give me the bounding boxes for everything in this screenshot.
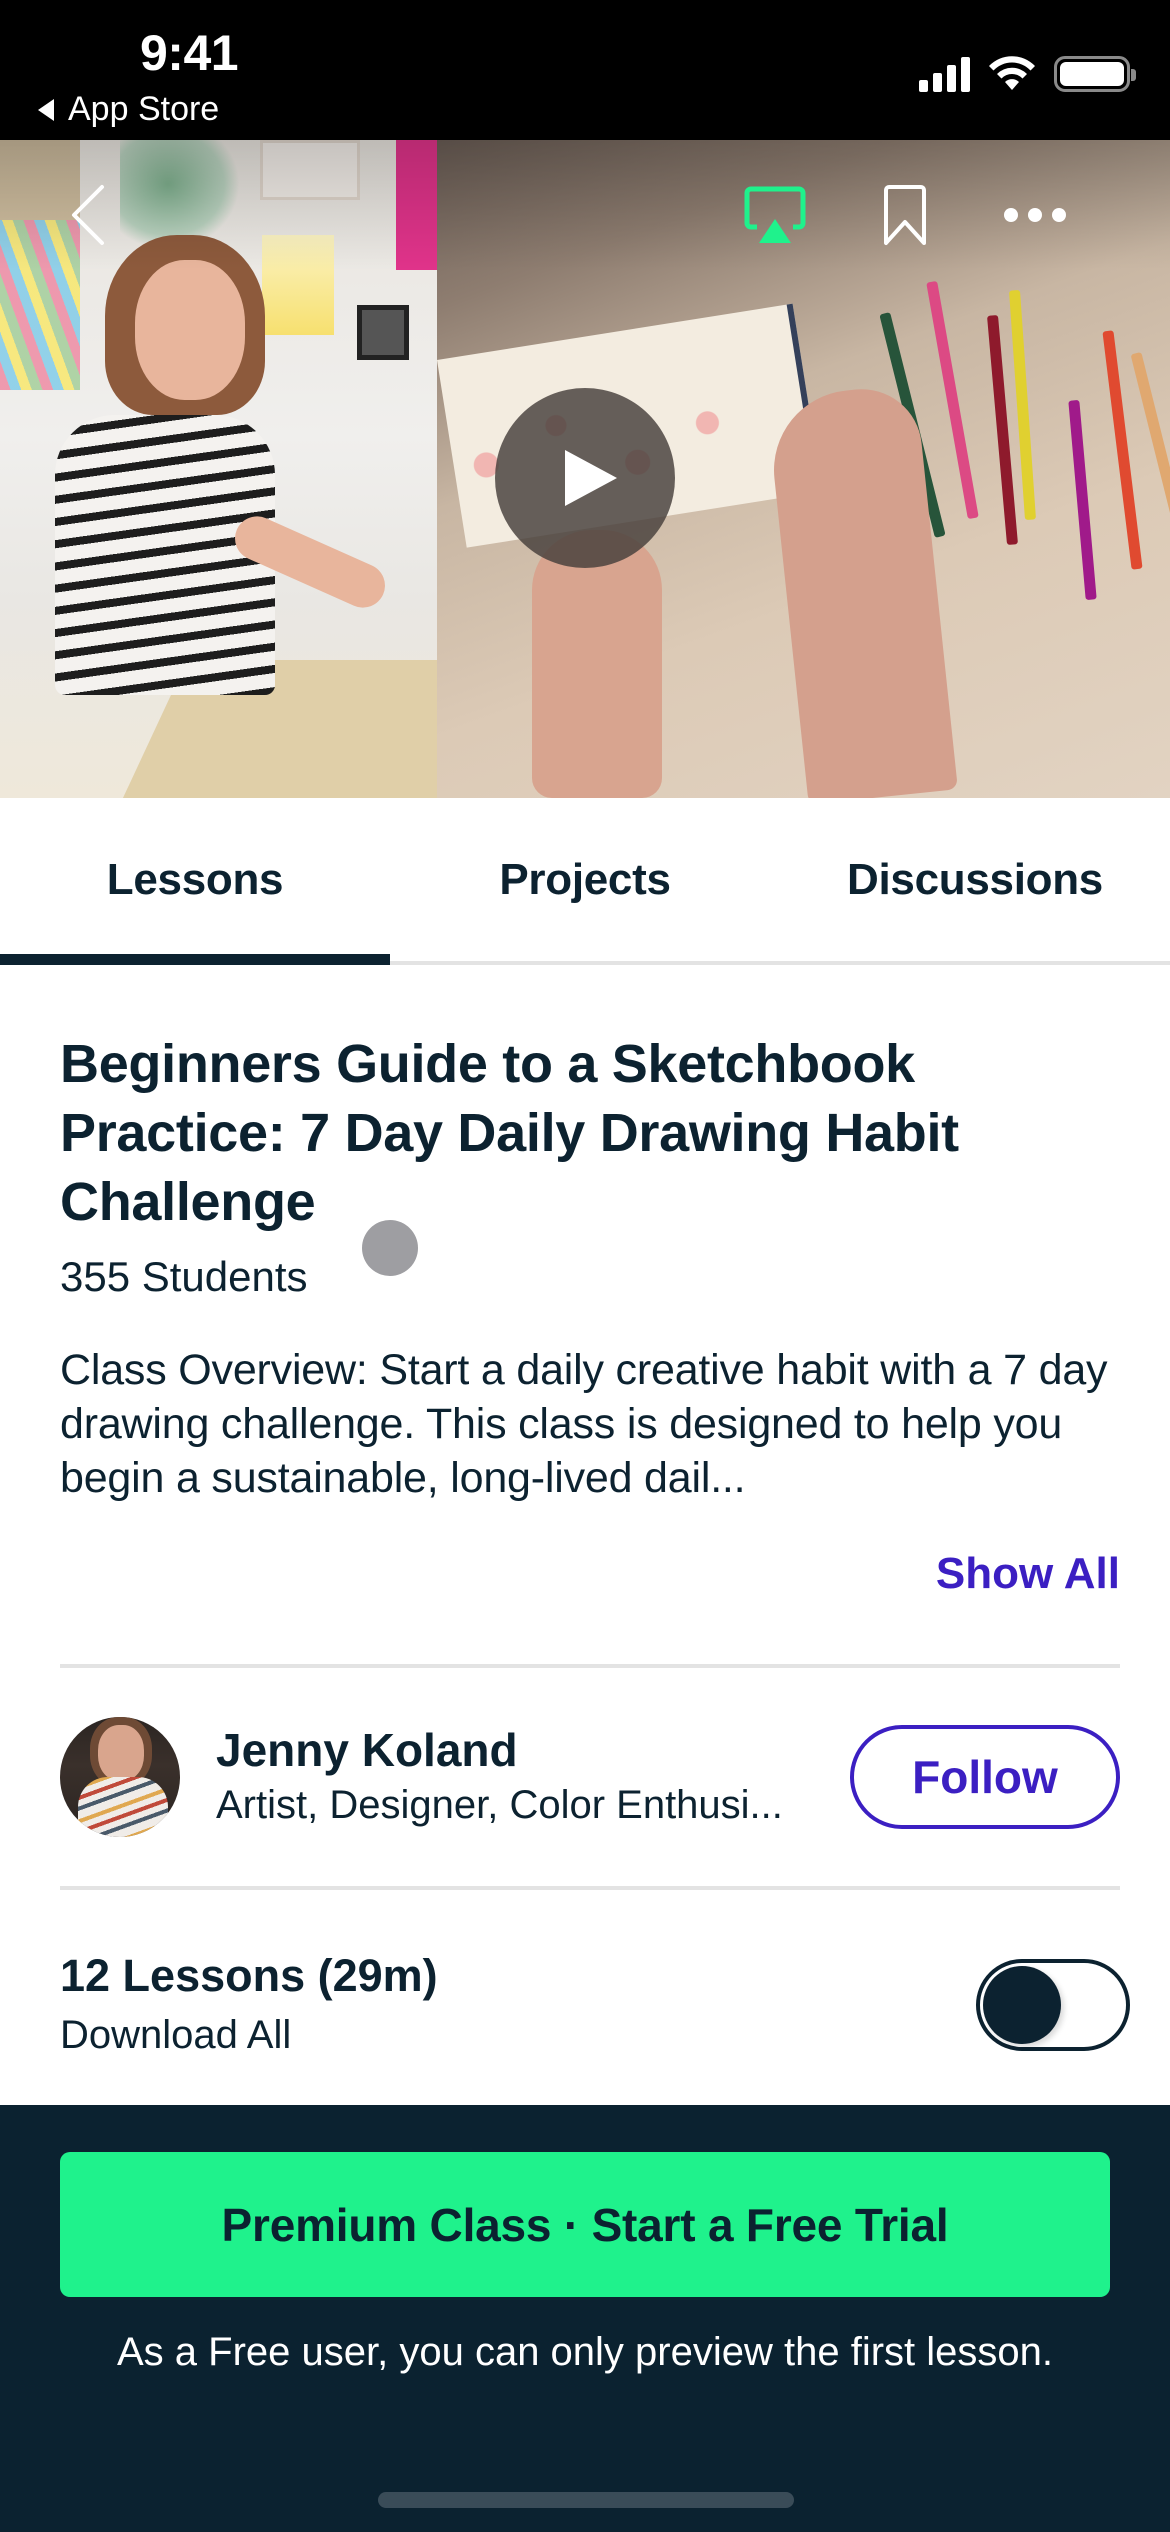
status-bar: 9:41 App Store — [0, 0, 1170, 140]
class-video-hero[interactable] — [0, 140, 1170, 798]
back-to-app-store[interactable]: App Store — [38, 90, 219, 129]
cellular-signal-icon — [919, 56, 970, 92]
tab-projects[interactable]: Projects — [390, 798, 780, 961]
follow-button[interactable]: Follow — [850, 1725, 1120, 1829]
class-info: Beginners Guide to a Sketchbook Practice… — [60, 1030, 1120, 1599]
lessons-summary: 12 Lessons (29m) Download All — [60, 1946, 1130, 2064]
instructor-name[interactable]: Jenny Koland — [216, 1722, 850, 1778]
touch-indicator — [362, 1220, 418, 1276]
play-icon — [565, 450, 617, 506]
premium-cta-panel: Premium Class · Start a Free Trial As a … — [0, 2105, 1170, 2532]
free-user-note: As a Free user, you can only preview the… — [117, 2330, 1053, 2374]
class-tabs: Lessons Projects Discussions — [0, 798, 1170, 965]
class-overview: Class Overview: Start a daily creative h… — [60, 1346, 1108, 1502]
more-horizontal-icon — [1004, 208, 1066, 222]
airplay-button[interactable] — [710, 170, 840, 260]
more-options-button[interactable] — [970, 170, 1100, 260]
toggle-knob — [983, 1966, 1061, 2044]
back-triangle-icon — [38, 98, 54, 121]
home-indicator[interactable] — [378, 2492, 794, 2508]
back-button[interactable] — [58, 170, 118, 260]
instructor-avatar[interactable] — [60, 1717, 180, 1837]
airplay-icon — [744, 186, 806, 243]
instructor-section: Jenny Koland Artist, Designer, Color Ent… — [60, 1664, 1120, 1890]
download-all-toggle[interactable] — [976, 1959, 1130, 2051]
bookmark-button[interactable] — [840, 170, 970, 260]
chevron-left-icon — [72, 185, 104, 245]
status-icons — [919, 56, 1136, 92]
divider — [60, 1886, 1120, 1890]
bookmark-icon — [884, 185, 926, 245]
download-all-label: Download All — [60, 2013, 292, 2057]
back-app-label: App Store — [68, 90, 220, 128]
start-free-trial-button[interactable]: Premium Class · Start a Free Trial — [60, 2152, 1110, 2297]
tab-lessons[interactable]: Lessons — [0, 798, 390, 965]
instructor-bio: Artist, Designer, Color Enthusi... — [216, 1783, 783, 1827]
wifi-icon — [989, 56, 1035, 90]
show-all-link[interactable]: Show All — [936, 1549, 1120, 1599]
lessons-count: 12 Lessons (29m) — [60, 1950, 438, 2001]
class-title: Beginners Guide to a Sketchbook Practice… — [60, 1034, 959, 1232]
battery-icon — [1054, 56, 1136, 92]
student-count: 355 Students — [60, 1253, 308, 1300]
tab-discussions[interactable]: Discussions — [780, 798, 1170, 961]
hero-actions — [710, 170, 1100, 260]
status-time: 9:41 — [140, 25, 239, 81]
play-video-button[interactable] — [495, 388, 675, 568]
